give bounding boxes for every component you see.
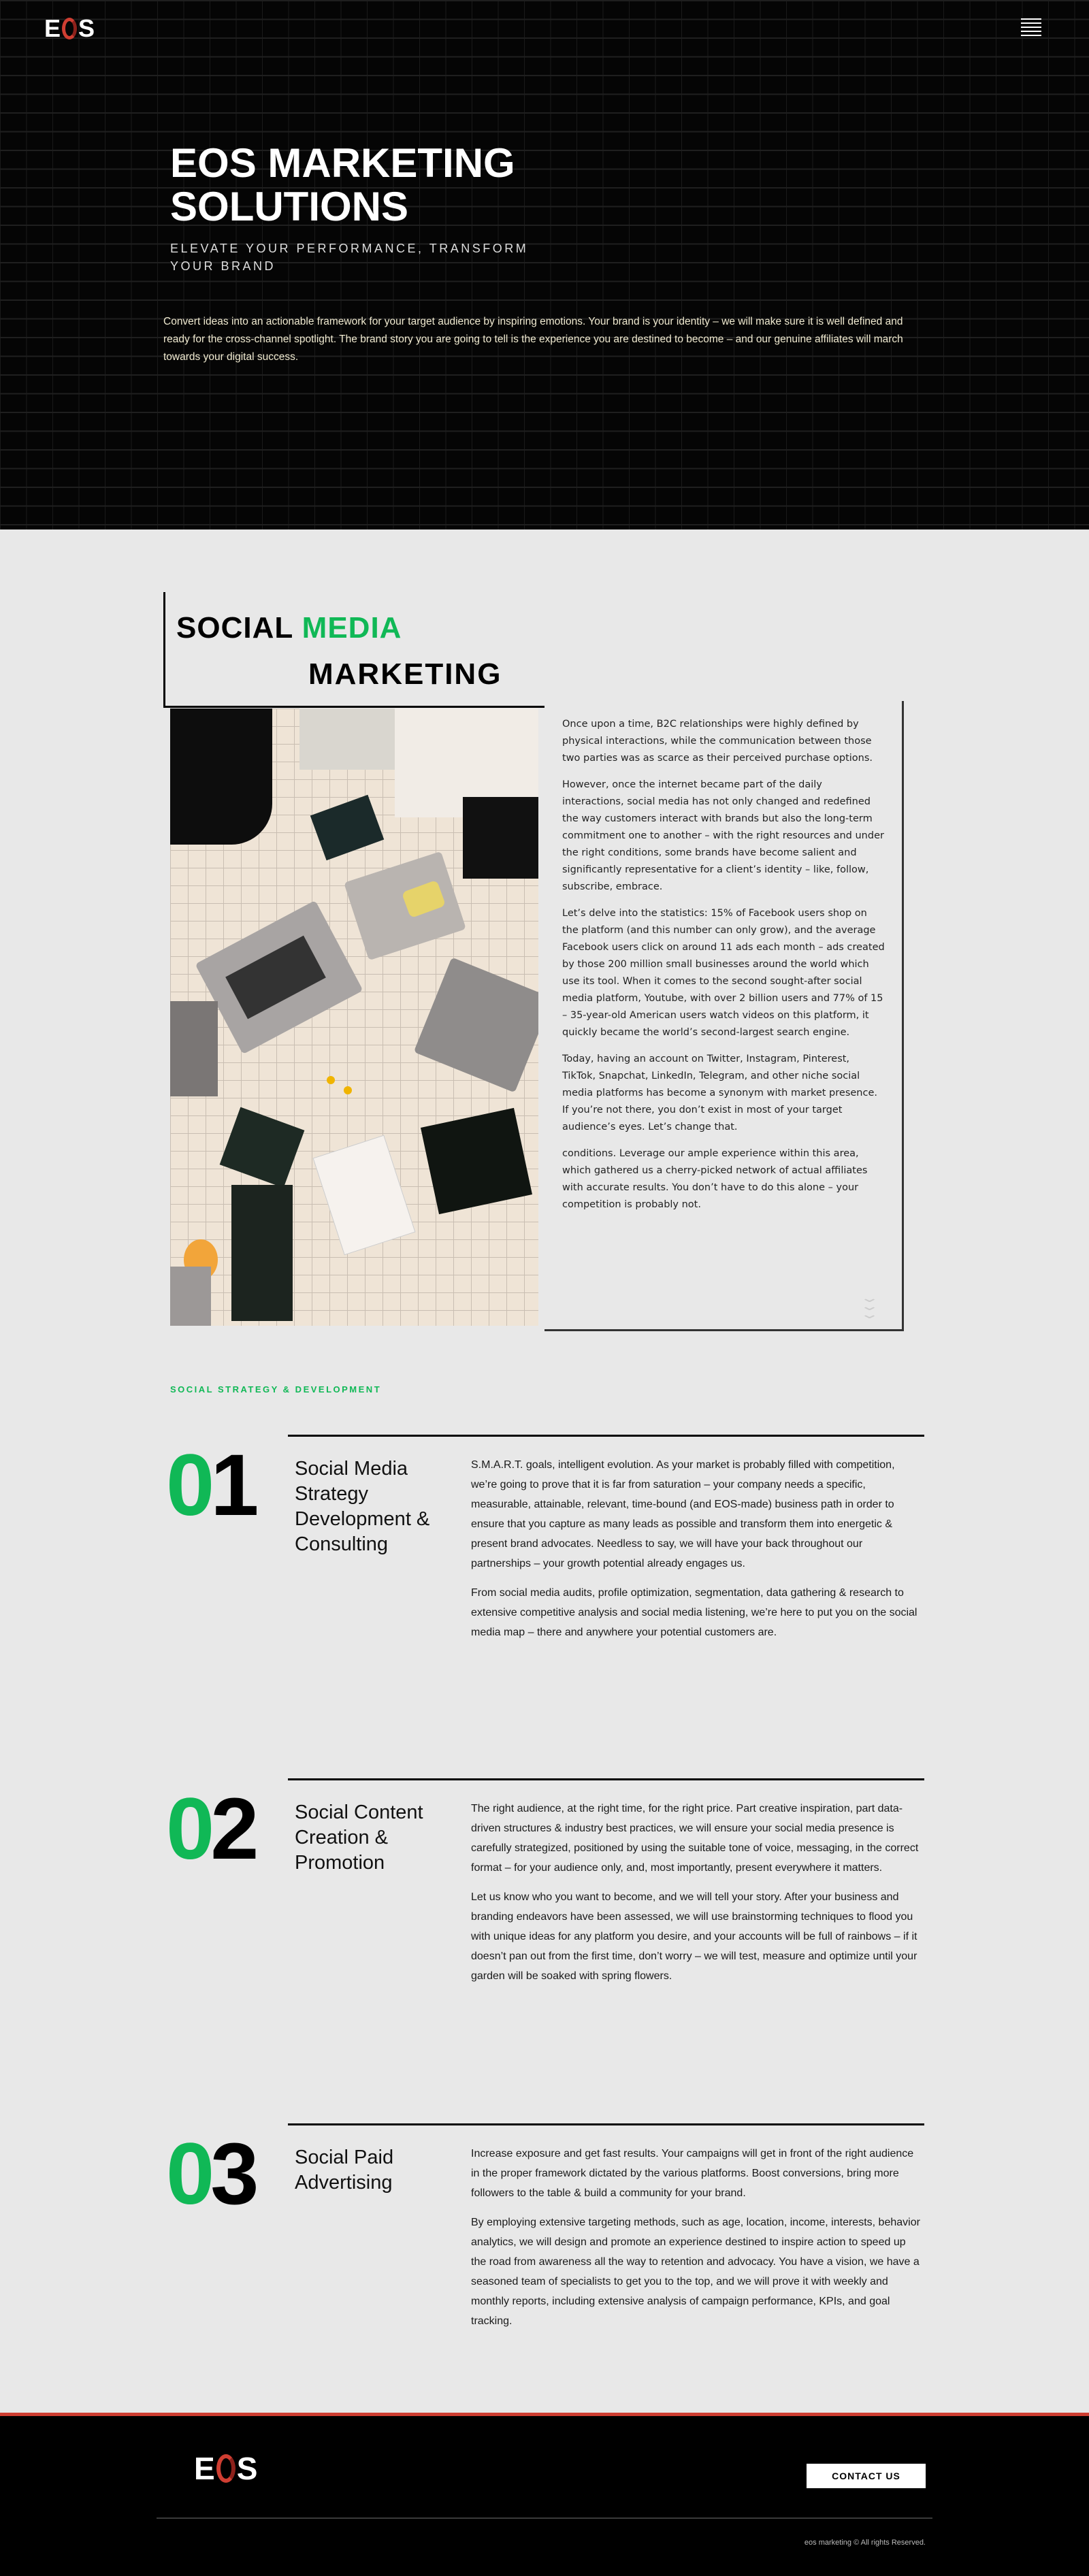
service-number: 01: [166, 1437, 259, 1534]
service-title: Social Content Creation & Promotion: [295, 1801, 423, 1874]
logo-o-icon: [216, 2454, 235, 2483]
social-media-intro: Once upon a time, B2C relationships were…: [544, 701, 904, 1331]
service-paragraph: By employing extensive targeting methods…: [471, 2217, 920, 2327]
intro-paragraph: However, once the internet became part o…: [562, 779, 884, 892]
logo-letter: S: [236, 2451, 258, 2486]
logo-letter: E: [194, 2451, 215, 2486]
hero-paragraph: Convert ideas into an actionable framewo…: [163, 316, 903, 363]
section-label: SOCIAL STRATEGY & DEVELOPMENT: [170, 1384, 382, 1395]
social-media-heading: SOCIAL MEDIA MARKETING: [163, 592, 544, 708]
hero-title: EOS MARKETING SOLUTIONS: [170, 142, 579, 229]
divider: [288, 1778, 924, 1780]
hero-title-line: EOS MARKETING: [170, 140, 515, 186]
footer: [0, 2413, 1089, 2576]
chevron-down-icon[interactable]: ⌄ ⌄ ⌄: [859, 1292, 879, 1321]
footer-divider: [157, 2517, 932, 2519]
header-logo[interactable]: ES: [44, 14, 95, 42]
intro-paragraph: Today, having an account on Twitter, Ins…: [562, 1054, 877, 1132]
hamburger-menu-icon[interactable]: [1021, 18, 1041, 39]
divider: [288, 2123, 924, 2125]
logo-o-icon: [62, 18, 78, 39]
hero-title-line: SOLUTIONS: [170, 184, 409, 229]
service-paragraph: From social media audits, profile optimi…: [471, 1587, 917, 1638]
service-paragraph: The right audience, at the right time, f…: [471, 1803, 919, 1874]
service-number: 02: [166, 1780, 259, 1878]
service-number: 03: [166, 2125, 259, 2223]
divider: [288, 1435, 924, 1437]
heading-word-accent: MEDIA: [302, 611, 402, 645]
service-paragraph: Let us know who you want to become, and …: [471, 1891, 917, 1982]
intro-paragraph: Let’s delve into the statistics: 15% of …: [562, 908, 885, 1038]
service-paragraph: S.M.A.R.T. goals, intelligent evolution.…: [471, 1459, 895, 1569]
logo-letter: S: [78, 14, 95, 42]
hero-subtitle: ELEVATE YOUR PERFORMANCE, TRANSFORM YOUR…: [170, 242, 529, 273]
logo-letter: E: [44, 14, 61, 42]
copyright: eos marketing © All rights Reserved.: [804, 2539, 926, 2547]
service-title: Social Media Strategy Development & Cons…: [295, 1458, 430, 1555]
heading-line2: MARKETING: [308, 657, 502, 691]
hero-section: ES EOS MARKETING SOLUTIONS ELEVATE YOUR P…: [0, 0, 1089, 529]
intro-paragraph: Once upon a time, B2C relationships were…: [562, 719, 873, 764]
team-laptops-photo: [170, 708, 538, 1326]
intro-paragraph: conditions. Leverage our ample experienc…: [562, 1148, 868, 1210]
service-paragraph: Increase exposure and get fast results. …: [471, 2148, 914, 2199]
footer-logo[interactable]: ES: [194, 2451, 258, 2486]
contact-us-button[interactable]: CONTACT US: [807, 2464, 926, 2488]
heading-word: SOCIAL: [176, 611, 293, 645]
service-title: Social Paid Advertising: [295, 2147, 394, 2194]
